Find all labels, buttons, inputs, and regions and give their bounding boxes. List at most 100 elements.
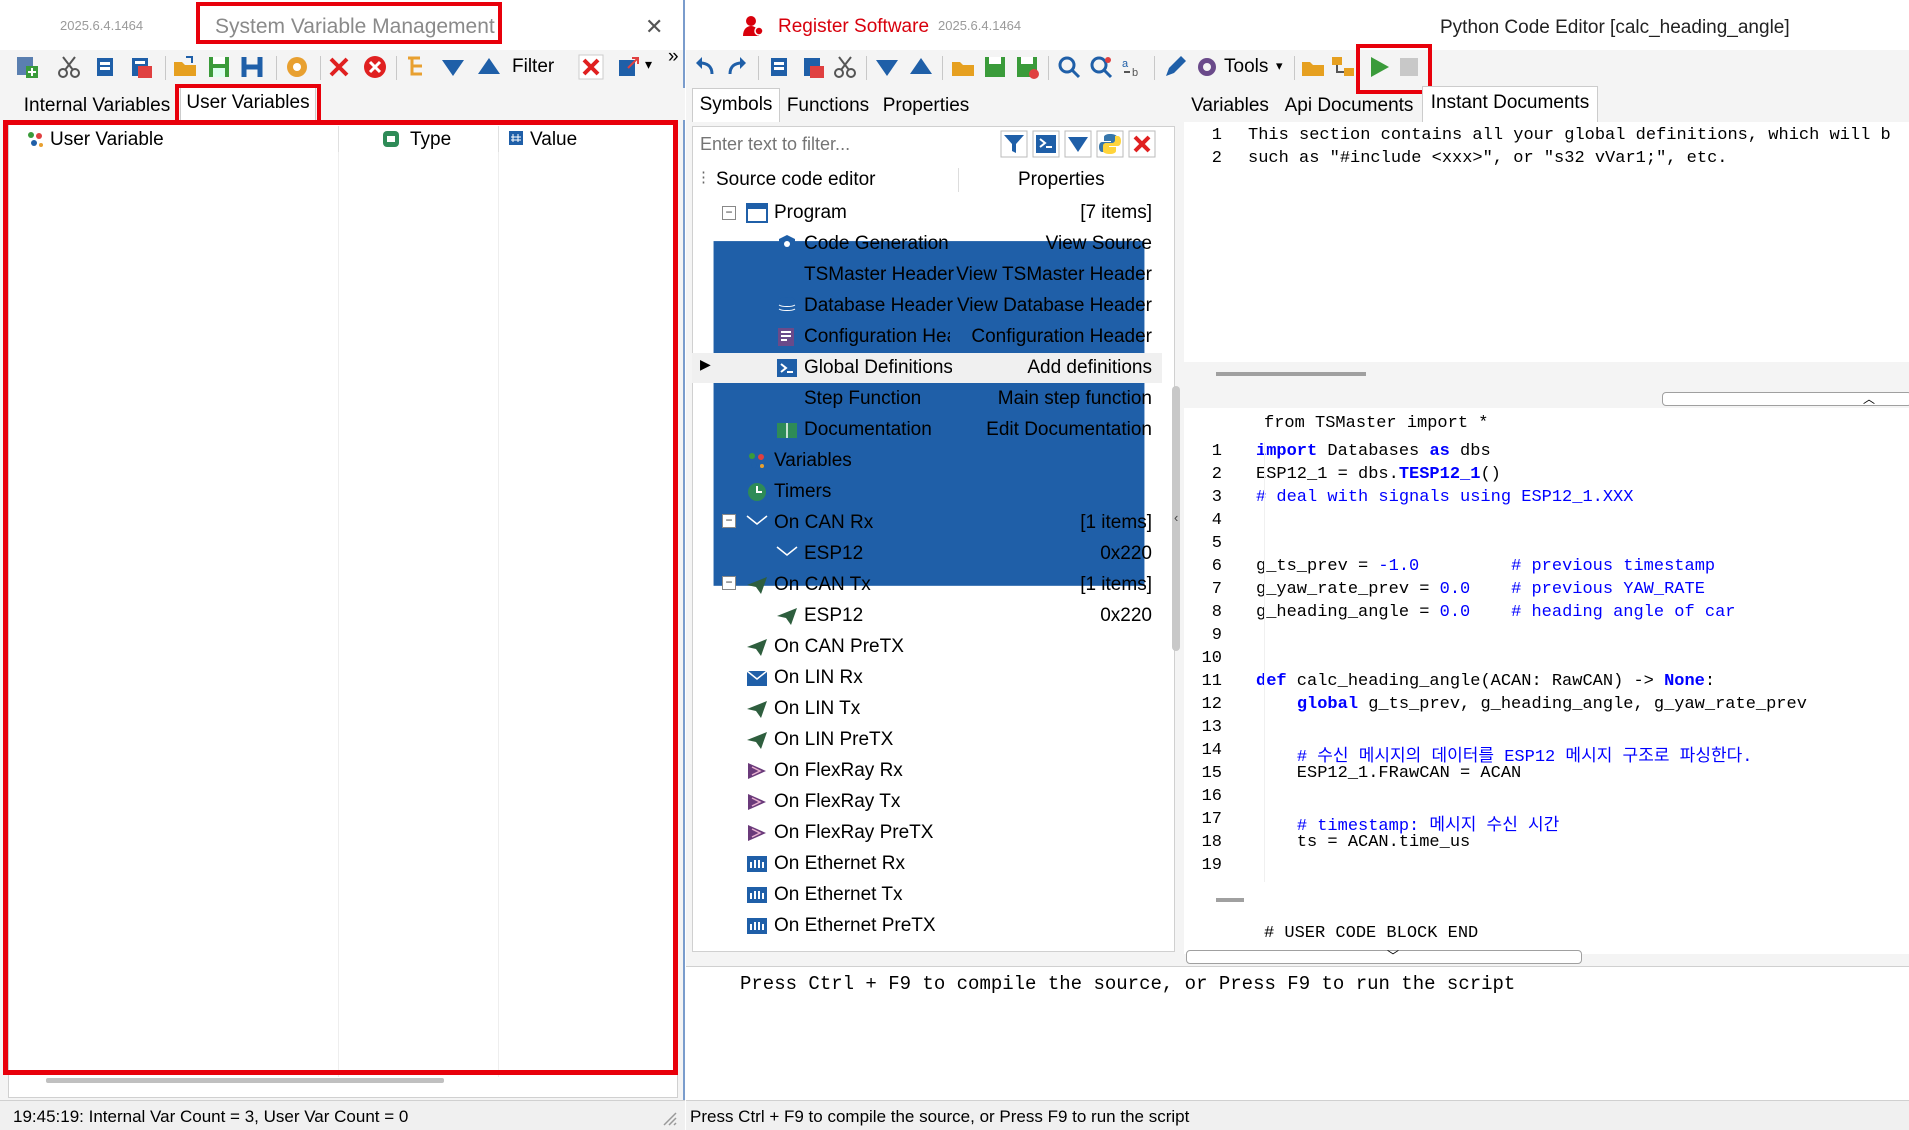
expand-pane-bar[interactable]: ﹀	[1186, 949, 1582, 964]
overflow-icon[interactable]: »	[668, 46, 679, 68]
save-icon[interactable]	[206, 54, 232, 80]
undo-icon[interactable]	[692, 54, 718, 80]
tab-properties[interactable]: Properties	[878, 90, 974, 122]
tree-item[interactable]: On LIN Rx	[692, 663, 1162, 693]
open-folder-icon[interactable]	[950, 54, 976, 80]
tab-user-variables[interactable]: User Variables	[180, 86, 316, 122]
export-icon[interactable]	[616, 54, 642, 80]
tree-item[interactable]: Program [7 items]	[692, 198, 1162, 228]
column-value[interactable]: Value	[530, 129, 577, 151]
register-software-link[interactable]: Register Software	[778, 16, 929, 38]
python-icon[interactable]	[1096, 130, 1124, 158]
tree-item[interactable]: On Ethernet Rx	[692, 849, 1162, 879]
tree-item[interactable]: Documentation Edit Documentation	[692, 415, 1162, 445]
save-as-icon[interactable]	[1014, 54, 1040, 80]
splitter-arrow-icon[interactable]: ‹	[1174, 510, 1178, 525]
tree-item[interactable]: Variables	[692, 446, 1162, 476]
code-line[interactable]: 12 global g_ts_prev, g_heading_angle, g_…	[1184, 695, 1909, 718]
structure-icon[interactable]	[1330, 54, 1356, 80]
find-next-icon[interactable]	[1088, 54, 1114, 80]
tab-instant-documents[interactable]: Instant Documents	[1422, 86, 1598, 122]
code-lines[interactable]: 1 import Databases as dbs 2 ESP12_1 = dbs.T…	[1184, 442, 1909, 882]
code-line[interactable]: 17 # timestamp: 메시지 수신 시간	[1184, 810, 1909, 836]
tree-item[interactable]: Code Generation View Source	[692, 229, 1162, 259]
column-user-variable[interactable]: User Variable	[50, 129, 164, 151]
tree-item[interactable]: On LIN PreTX	[692, 725, 1162, 755]
open-folder-icon[interactable]	[172, 54, 198, 80]
code-line[interactable]: 14 # 수신 메시지의 데이터를 ESP12 메시지 구조로 파싱한다.	[1184, 741, 1909, 767]
tree-item[interactable]: Configuration Header Configuration Heade…	[692, 322, 1162, 352]
code-line[interactable]: 3 # deal with signals using ESP12_1.XXX	[1184, 488, 1909, 511]
tree-item[interactable]: On FlexRay Rx	[692, 756, 1162, 786]
tab-symbols[interactable]: Symbols	[692, 88, 780, 122]
code-line[interactable]: 13	[1184, 718, 1909, 741]
tab-internal-variables[interactable]: Internal Variables	[18, 90, 176, 122]
tools-menu[interactable]: Tools	[1224, 56, 1268, 78]
tab-api-documents[interactable]: Api Documents	[1280, 90, 1418, 122]
code-line[interactable]: 6 g_ts_prev = -1.0 # previous timestamp	[1184, 557, 1909, 580]
folder-icon[interactable]	[1300, 54, 1326, 80]
save-icon[interactable]	[982, 54, 1008, 80]
code-line[interactable]: 1 import Databases as dbs	[1184, 442, 1909, 465]
clear-filter-icon[interactable]	[578, 54, 604, 80]
redo-icon[interactable]	[724, 54, 750, 80]
tree-item[interactable]: On CAN PreTX	[692, 632, 1162, 662]
code-editor[interactable]: from TSMaster import * 1 import Databases…	[1184, 408, 1909, 914]
replace-icon[interactable]: ab	[1120, 54, 1146, 80]
code-line[interactable]: 16	[1184, 787, 1909, 810]
search-icon[interactable]	[1056, 54, 1082, 80]
delete-icon[interactable]	[326, 54, 352, 80]
copy-icon[interactable]	[92, 54, 118, 80]
column-type[interactable]: Type	[410, 129, 451, 151]
move-up-icon[interactable]	[908, 54, 934, 80]
tree-item-selected[interactable]: Global Definitions Add definitions	[692, 353, 1162, 383]
close-button[interactable]: ✕	[645, 14, 663, 40]
user-variable-grid[interactable]	[8, 122, 678, 1098]
dropdown-arrow-icon[interactable]: ▾	[645, 56, 652, 73]
add-variable-icon[interactable]	[14, 54, 40, 80]
tree-item[interactable]: TSMaster Header View TSMaster Header	[692, 260, 1162, 290]
code-line[interactable]: 9	[1184, 626, 1909, 649]
gear-icon[interactable]	[1194, 54, 1220, 80]
tree-item[interactable]: On Ethernet PreTX	[692, 911, 1162, 941]
code-hscrollbar[interactable]	[1216, 898, 1244, 902]
doc-hscrollbar[interactable]	[1216, 372, 1366, 376]
tree-item[interactable]: On Ethernet Tx	[692, 880, 1162, 910]
tab-variables[interactable]: Variables	[1184, 90, 1276, 122]
run-icon[interactable]	[1366, 54, 1392, 80]
collapse-pane-bar[interactable]: ︿	[1662, 392, 1909, 406]
tree-item[interactable]: Step Function Main step function	[692, 384, 1162, 414]
code-line[interactable]: 4	[1184, 511, 1909, 534]
h-header-icon[interactable]	[240, 54, 266, 80]
delete-all-icon[interactable]	[362, 54, 388, 80]
resize-grip-icon[interactable]	[660, 1109, 678, 1127]
column-source-code-editor[interactable]: Source code editor	[716, 169, 876, 191]
column-properties[interactable]: Properties	[1018, 169, 1105, 191]
tools-dropdown-icon[interactable]: ▾	[1276, 58, 1283, 74]
horizontal-scrollbar[interactable]	[46, 1078, 444, 1083]
code-line[interactable]: 7 g_yaw_rate_prev = 0.0 # previous YAW_RA…	[1184, 580, 1909, 603]
code-line[interactable]: 10	[1184, 649, 1909, 672]
paste-icon[interactable]	[128, 54, 154, 80]
tree-item[interactable]: On CAN Tx [1 items]	[692, 570, 1162, 600]
edit-icon[interactable]	[1162, 54, 1188, 80]
move-up-icon[interactable]	[476, 54, 502, 80]
code-line[interactable]: 8 g_heading_angle = 0.0 # heading angle o…	[1184, 603, 1909, 626]
tree-icon[interactable]	[404, 54, 430, 80]
tab-functions[interactable]: Functions	[784, 90, 872, 122]
tree-item[interactable]: ESP12 0x220	[692, 539, 1162, 569]
move-down-icon[interactable]	[440, 54, 466, 80]
cut-icon[interactable]	[56, 54, 82, 80]
code-line[interactable]: 15 ESP12_1.FRawCAN = ACAN	[1184, 764, 1909, 787]
move-down-icon[interactable]	[874, 54, 900, 80]
clear-icon[interactable]	[1128, 130, 1156, 158]
tree-item[interactable]: On CAN Rx [1 items]	[692, 508, 1162, 538]
cut-icon[interactable]	[832, 54, 858, 80]
code-line[interactable]: 2 ESP12_1 = dbs.TESP12_1()	[1184, 465, 1909, 488]
collapse-icon[interactable]	[1064, 130, 1092, 158]
tree-item[interactable]: On LIN Tx	[692, 694, 1162, 724]
filter-icon[interactable]	[1000, 130, 1028, 158]
tree-item[interactable]: On FlexRay Tx	[692, 787, 1162, 817]
code-line[interactable]: 5	[1184, 534, 1909, 557]
symbol-filter-input[interactable]	[696, 128, 1002, 160]
